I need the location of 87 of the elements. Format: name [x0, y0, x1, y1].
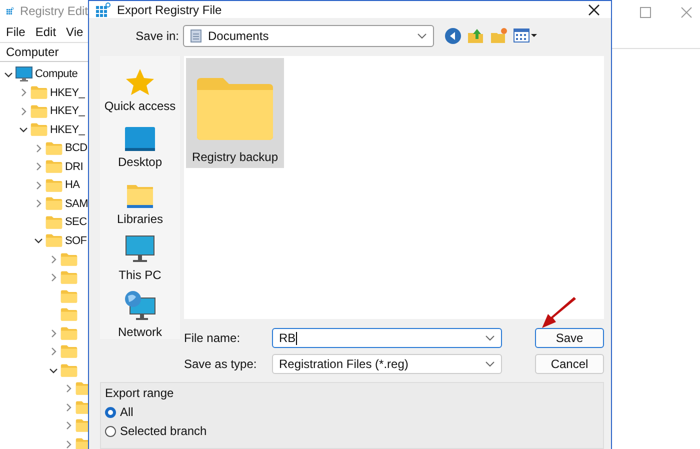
save-as-type-label: Save as type: — [184, 357, 258, 371]
folder-icon — [195, 76, 275, 142]
chevron-right-icon[interactable] — [64, 440, 73, 449]
file-name-field[interactable]: RB — [272, 328, 502, 348]
dialog-title: Export Registry File — [117, 2, 222, 16]
registry-editor-icon — [95, 2, 111, 18]
tree-item-label[interactable]: Compute — [35, 68, 78, 80]
computer-icon — [15, 66, 33, 82]
window-title: Registry Edit — [20, 4, 88, 18]
place-item[interactable]: Network — [118, 286, 162, 339]
group-label: Export range — [105, 386, 175, 400]
star-icon — [124, 68, 155, 96]
radio-label[interactable]: Selected branch — [120, 424, 207, 438]
folder-icon — [45, 159, 63, 174]
address-bar-text: Computer — [6, 45, 59, 59]
menu-item[interactable]: File — [6, 25, 26, 39]
place-item[interactable]: Desktop — [118, 116, 162, 170]
network-icon — [124, 290, 156, 322]
folder-icon — [60, 362, 78, 378]
menu-item[interactable]: Edit — [35, 25, 56, 39]
chevron-right-icon[interactable] — [64, 402, 73, 412]
tree-item-label[interactable]: HKEY_ — [50, 105, 85, 118]
chevron-right-icon[interactable] — [19, 88, 28, 98]
chevron-down-icon[interactable] — [34, 236, 43, 246]
close-icon[interactable] — [588, 4, 600, 16]
folder-icon — [60, 252, 78, 267]
maximize-icon[interactable] — [640, 6, 651, 18]
chevron-right-icon[interactable] — [49, 347, 58, 356]
chevron-right-icon[interactable] — [49, 273, 58, 282]
save-in-dropdown[interactable]: Documents — [183, 25, 434, 47]
view-menu-icon[interactable] — [513, 28, 537, 44]
save-button[interactable]: Save — [535, 328, 604, 348]
new-folder-icon[interactable] — [490, 27, 508, 45]
chevron-down-icon[interactable] — [19, 125, 28, 134]
chevron-down-icon[interactable] — [49, 366, 58, 375]
menu-item[interactable]: Vie — [66, 25, 84, 39]
tree-item-label[interactable]: HKEY_ — [50, 86, 85, 99]
radio-button[interactable] — [105, 406, 116, 418]
chevron-right-icon[interactable] — [34, 180, 43, 190]
tree-item-label[interactable]: SAM — [65, 198, 88, 210]
chevron-right-icon[interactable] — [34, 144, 43, 153]
radio-label[interactable]: All — [120, 405, 134, 419]
chevron-right-icon[interactable] — [34, 199, 43, 208]
chevron-down-icon — [485, 335, 495, 341]
cancel-button[interactable]: Cancel — [535, 354, 604, 374]
place-item[interactable]: Quick access — [104, 60, 176, 113]
folder-icon — [45, 178, 63, 193]
chevron-right-icon[interactable] — [64, 421, 73, 430]
tree-item-label[interactable]: HKEY_ — [50, 124, 85, 136]
chevron-right-icon[interactable] — [19, 106, 28, 116]
chevron-down-icon — [417, 33, 427, 39]
place-item[interactable]: This PC — [118, 230, 162, 282]
folder-icon — [45, 196, 63, 212]
file-name-label: File name: — [184, 331, 242, 345]
chevron-down-icon[interactable] — [4, 70, 13, 79]
folder-icon — [45, 233, 63, 248]
save-in-label: Save in: — [134, 29, 179, 43]
chevron-right-icon[interactable] — [34, 162, 43, 172]
folder-icon — [60, 326, 78, 341]
tree-item-label[interactable]: DRI — [65, 160, 84, 173]
pointer-arrow — [539, 297, 579, 331]
tree-item-label[interactable]: SOF — [65, 234, 87, 247]
chevron-right-icon[interactable] — [49, 328, 58, 338]
folder-icon — [60, 288, 78, 304]
tree-item-label[interactable]: SEC — [65, 216, 87, 228]
place-item[interactable]: Libraries — [116, 173, 164, 226]
folder-icon — [60, 270, 78, 286]
folder-icon — [126, 182, 154, 209]
save-as-type-dropdown[interactable]: Registration Files (*.reg) — [272, 354, 502, 374]
folder-icon — [45, 140, 63, 156]
chevron-right-icon[interactable] — [49, 254, 58, 264]
folder-icon — [45, 214, 63, 230]
chevron-down-icon — [485, 361, 495, 367]
desktop-icon — [124, 126, 156, 152]
folder-icon — [60, 344, 78, 360]
tree-item-label[interactable]: BCD — [65, 142, 88, 154]
up-folder-icon[interactable] — [467, 27, 485, 45]
radio-button[interactable] — [105, 426, 116, 436]
folder-icon — [30, 122, 48, 138]
folder-icon — [60, 307, 78, 322]
folder-icon — [30, 104, 48, 119]
folder-item[interactable]: Registry backup — [186, 58, 284, 168]
tree-item-label[interactable]: HA — [65, 179, 80, 192]
back-icon[interactable] — [444, 27, 462, 45]
document-icon — [190, 29, 202, 43]
chevron-right-icon[interactable] — [64, 384, 73, 394]
folder-icon — [30, 85, 48, 100]
